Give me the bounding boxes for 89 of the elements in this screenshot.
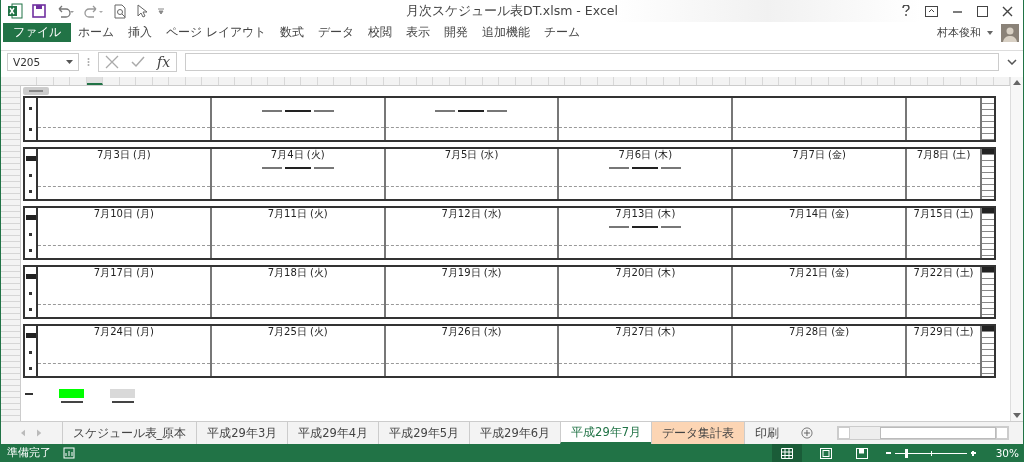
date-label: 7月13日 (木) xyxy=(615,208,676,220)
date-label: 7月24日 (月) xyxy=(93,326,154,338)
insert-function-button[interactable]: fx xyxy=(157,54,171,70)
ribbon-tab[interactable]: 挿入 xyxy=(121,23,159,42)
am-mark xyxy=(29,232,32,236)
am-mark xyxy=(29,291,32,295)
side-column xyxy=(982,326,994,376)
grip-icon xyxy=(87,57,90,67)
ribbon-tab[interactable]: ホーム xyxy=(71,23,121,42)
sheet-tab[interactable]: データ集計表 xyxy=(651,422,744,444)
file-tab[interactable]: ファイル xyxy=(3,23,71,42)
legend-caption-mark xyxy=(60,401,83,403)
close-icon[interactable] xyxy=(1002,5,1013,17)
date-label: 7月28日 (金) xyxy=(789,326,850,338)
time-label-mark xyxy=(25,273,36,279)
date-label: 7月7日 (金) xyxy=(792,149,846,161)
date-label: 7月17日 (月) xyxy=(93,267,154,279)
date-label: 7月22日 (土) xyxy=(913,267,974,279)
pm-mark xyxy=(29,366,32,370)
zoom-level[interactable]: 30% xyxy=(995,447,1019,459)
side-column xyxy=(982,267,994,317)
pm-mark xyxy=(29,189,32,193)
am-mark xyxy=(29,173,32,177)
pm-mark xyxy=(29,307,32,311)
date-label: 7月8日 (土) xyxy=(916,149,971,161)
date-label: 7月25日 (火) xyxy=(267,326,328,338)
ribbon-tab[interactable]: データ xyxy=(310,23,361,42)
normal-view-icon[interactable] xyxy=(771,444,802,462)
date-label: 7月29日 (土) xyxy=(913,326,974,338)
pm-mark xyxy=(29,248,32,252)
window-title: 月次スケジュール表DT.xlsm - Excel xyxy=(406,2,618,20)
vertical-scrollbar[interactable] xyxy=(1010,77,1023,421)
date-label: 7月15日 (土) xyxy=(913,208,974,220)
scroll-down-icon[interactable] xyxy=(1013,413,1021,419)
date-label: 7月12日 (水) xyxy=(441,208,502,220)
legend-caption-mark xyxy=(111,401,134,403)
name-box[interactable]: V205 xyxy=(7,53,79,71)
add-sheet-icon[interactable] xyxy=(801,426,813,440)
date-label: 7月11日 (火) xyxy=(267,208,328,220)
date-label: 7月21日 (金) xyxy=(789,267,850,279)
date-label: 7月19日 (水) xyxy=(441,267,502,279)
ribbon-tab[interactable]: 校閲 xyxy=(360,23,399,42)
ribbon-tab[interactable]: 数式 xyxy=(272,23,311,42)
am-mark xyxy=(29,350,32,354)
page-layout-icon[interactable] xyxy=(819,447,832,459)
side-column xyxy=(982,149,994,199)
date-label: 7月4日 (火) xyxy=(270,149,325,161)
date-label: 7月27日 (木) xyxy=(615,326,676,338)
excel-logo-icon[interactable] xyxy=(7,3,23,19)
ribbon-tab[interactable]: ページ レイアウト xyxy=(159,23,273,42)
avatar-icon[interactable] xyxy=(1001,23,1019,42)
legend-label-mark xyxy=(25,393,33,395)
date-label: 7月3日 (月) xyxy=(97,149,151,161)
expand-icon[interactable] xyxy=(1007,59,1017,65)
status-text: 準備完了 xyxy=(7,446,51,460)
save-icon[interactable] xyxy=(32,4,46,18)
scroll-up-icon[interactable] xyxy=(1013,79,1021,85)
date-label: 7月14日 (金) xyxy=(789,208,850,220)
formula-input[interactable] xyxy=(185,53,999,71)
ribbon-tab[interactable]: 開発 xyxy=(436,23,475,42)
date-label: 7月6日 (木) xyxy=(618,149,673,161)
date-label: 7月18日 (火) xyxy=(267,267,328,279)
pm-mark xyxy=(29,128,32,131)
ribbon-display-icon[interactable] xyxy=(925,5,938,17)
ribbon-tab[interactable]: チーム xyxy=(536,23,587,42)
redo-icon[interactable] xyxy=(84,4,104,18)
customize-caret-icon[interactable] xyxy=(157,7,165,15)
caret-icon[interactable] xyxy=(987,30,993,35)
side-column xyxy=(982,208,994,258)
horizontal-scrollbar[interactable] xyxy=(836,426,1009,440)
date-label: 7月20日 (木) xyxy=(615,267,676,279)
date-label: 7月10日 (月) xyxy=(93,208,154,220)
pointer-icon[interactable] xyxy=(136,4,148,18)
macro-record-icon[interactable] xyxy=(63,447,75,459)
user-name[interactable]: 村本俊和 xyxy=(937,25,981,40)
check-icon[interactable] xyxy=(131,56,145,68)
am-mark xyxy=(29,107,32,110)
maximize-icon[interactable] xyxy=(977,5,988,17)
page-break-icon[interactable] xyxy=(855,447,868,459)
ribbon-tab[interactable]: 表示 xyxy=(398,23,437,42)
time-label-mark xyxy=(25,332,36,338)
time-label-mark xyxy=(25,155,36,161)
date-label: 7月26日 (水) xyxy=(441,326,502,338)
ribbon-tab[interactable]: 追加機能 xyxy=(474,23,537,42)
time-label-mark xyxy=(25,214,36,220)
print-preview-icon[interactable] xyxy=(113,3,127,19)
date-label: 7月5日 (水) xyxy=(444,149,499,161)
sheet-tab[interactable]: 平成29年7月 xyxy=(560,422,651,444)
help-icon[interactable] xyxy=(901,5,911,17)
